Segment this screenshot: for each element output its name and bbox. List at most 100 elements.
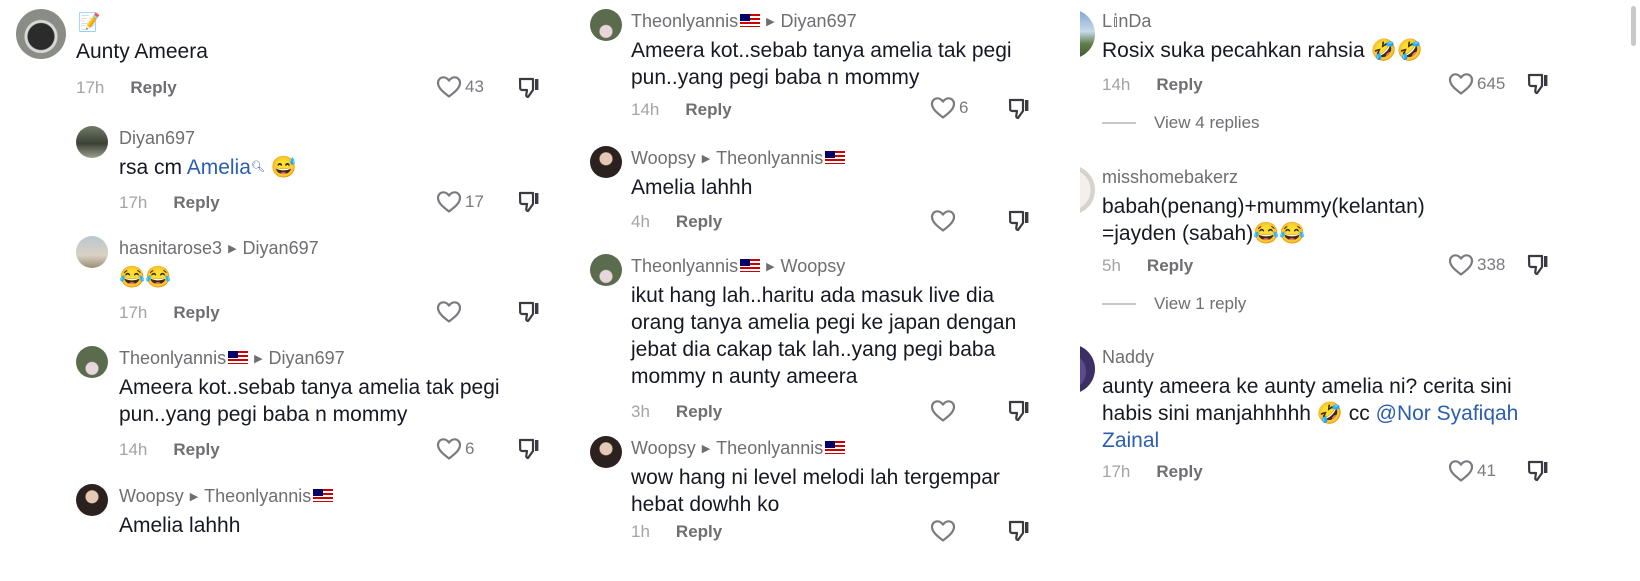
dislike-button[interactable] [1007, 97, 1031, 126]
reply-button[interactable]: Reply [173, 303, 219, 322]
dislike-button[interactable] [1526, 253, 1550, 282]
reply-button[interactable]: Reply [1156, 462, 1202, 481]
like-button[interactable]: 17 [436, 190, 484, 214]
like-button[interactable] [930, 519, 956, 543]
like-button[interactable]: 6 [930, 96, 968, 120]
avatar[interactable] [1080, 344, 1095, 394]
comment-item: 📝 Aunty Ameera 17h Reply 43 [0, 0, 560, 110]
reply-arrow-icon: ▶ [766, 261, 775, 273]
like-button[interactable]: 41 [1448, 459, 1496, 483]
thumbs-down-icon [1007, 519, 1031, 543]
like-button[interactable]: 43 [436, 75, 484, 99]
avatar[interactable] [16, 9, 66, 59]
view-replies-button[interactable]: View 1 reply [1102, 294, 1246, 314]
reply-button[interactable]: Reply [676, 212, 722, 231]
comment-time: 4h [631, 212, 650, 231]
comment-author-name[interactable]: Woopsy [119, 486, 184, 506]
dislike-button[interactable] [1526, 72, 1550, 101]
dislike-button[interactable] [1007, 399, 1031, 428]
heart-icon [1448, 459, 1474, 483]
comment-text: ikut hang lah..haritu ada masuk live dia… [631, 284, 1017, 388]
dislike-button[interactable] [1007, 209, 1031, 238]
comment-author[interactable]: L𝕚nDa [1102, 11, 1151, 32]
reply-button[interactable]: Reply [1156, 75, 1202, 94]
comment-author-name[interactable]: Theonlyannis [119, 348, 226, 368]
avatar[interactable] [590, 436, 622, 468]
comment-author[interactable]: hasnitarose3 ▶ Diyan697 [119, 238, 319, 259]
dislike-button[interactable] [517, 437, 541, 466]
comment-author[interactable]: Naddy [1102, 347, 1154, 368]
reply-arrow-icon: ▶ [701, 153, 711, 165]
avatar[interactable] [76, 126, 108, 158]
avatar[interactable] [590, 254, 622, 286]
comment-time: 17h [119, 193, 148, 212]
comment-time: 14h [119, 440, 148, 459]
heart-icon [930, 399, 956, 423]
like-button[interactable]: 338 [1448, 253, 1505, 277]
avatar[interactable] [1080, 9, 1095, 59]
like-button[interactable] [436, 300, 462, 324]
avatar[interactable] [590, 146, 622, 178]
comment-author[interactable]: Diyan697 [119, 128, 195, 149]
search-icon[interactable]: 🔍︎ [251, 161, 265, 173]
thumbs-down-icon [1007, 209, 1031, 233]
comment-author[interactable]: Theonlyannis ▶ Diyan697 [631, 11, 857, 32]
reply-button[interactable]: Reply [173, 440, 219, 459]
comment-author[interactable]: Woopsy ▶ Theonlyannis [631, 148, 846, 169]
comment-author-name[interactable]: hasnitarose3 [119, 238, 222, 258]
like-button[interactable]: 6 [436, 437, 474, 461]
comment-author-name[interactable]: Woopsy [631, 438, 696, 458]
comment-meta: 14h Reply [631, 100, 732, 120]
like-button[interactable]: 645 [1448, 72, 1505, 96]
reply-button[interactable]: Reply [1147, 256, 1193, 275]
avatar[interactable] [76, 484, 108, 516]
comment-item: Theonlyannis ▶ Diyan697 Ameera kot..sebab … [0, 338, 560, 478]
comment-time: 17h [119, 303, 148, 322]
view-replies-button[interactable]: View 4 replies [1102, 113, 1260, 133]
avatar[interactable] [76, 236, 108, 268]
comment-text: Ameera kot..sebab tanya amelia tak pegi … [119, 376, 500, 426]
dislike-button[interactable] [1007, 519, 1031, 548]
comment-author-name[interactable]: Theonlyannis [631, 11, 738, 31]
avatar[interactable] [1080, 165, 1095, 215]
reply-button[interactable]: Reply [130, 78, 176, 97]
dislike-button[interactable] [1526, 459, 1550, 488]
comment-meta: 14h Reply [119, 440, 220, 460]
comment-author-name[interactable]: Woopsy [631, 148, 696, 168]
reply-to-name[interactable]: Theonlyannis [716, 148, 823, 168]
reply-to-name[interactable]: Diyan697 [243, 238, 319, 258]
reply-to-name[interactable]: Diyan697 [781, 11, 857, 31]
reply-button[interactable]: Reply [685, 100, 731, 119]
comment-column-2: Theonlyannis ▶ Diyan697 Ameera kot..sebab … [580, 0, 1050, 581]
like-count: 645 [1477, 74, 1506, 93]
reply-to-name[interactable]: Woopsy [781, 256, 846, 276]
comment-author[interactable]: 📝 [78, 12, 100, 33]
heart-icon [930, 209, 956, 233]
like-button[interactable] [930, 399, 956, 423]
reply-to-name[interactable]: Diyan697 [269, 348, 345, 368]
mention-link[interactable]: Amelia [187, 156, 251, 179]
reply-button[interactable]: Reply [676, 402, 722, 421]
comment-meta: 5h Reply [1102, 256, 1193, 276]
reply-to-name[interactable]: Theonlyannis [204, 486, 311, 506]
dislike-button[interactable] [517, 190, 541, 219]
dislike-button[interactable] [517, 300, 541, 329]
comment-meta: 14h Reply [1102, 75, 1203, 95]
reply-to-name[interactable]: Theonlyannis [716, 438, 823, 458]
comment-text: babah(penang)+mummy(kelantan) =jayden (s… [1102, 195, 1425, 245]
comment-author[interactable]: Theonlyannis ▶ Diyan697 [119, 348, 345, 369]
like-button[interactable] [930, 209, 956, 233]
comment-author[interactable]: Theonlyannis ▶ Woopsy [631, 256, 845, 277]
comment-author[interactable]: Woopsy ▶ Theonlyannis [631, 438, 846, 459]
avatar[interactable] [76, 346, 108, 378]
comment-text: Amelia lahhh [119, 514, 241, 537]
avatar[interactable] [590, 9, 622, 41]
reply-button[interactable]: Reply [173, 193, 219, 212]
dislike-button[interactable] [517, 76, 541, 105]
comment-author[interactable]: misshomebakerz [1102, 167, 1238, 188]
comment-author-name[interactable]: Theonlyannis [631, 256, 738, 276]
scrollbar[interactable] [1631, 6, 1636, 46]
comment-item: Naddy aunty ameera ke aunty amelia ni? c… [1080, 338, 1640, 508]
comment-author[interactable]: Woopsy ▶ Theonlyannis [119, 486, 334, 507]
reply-button[interactable]: Reply [676, 522, 722, 541]
